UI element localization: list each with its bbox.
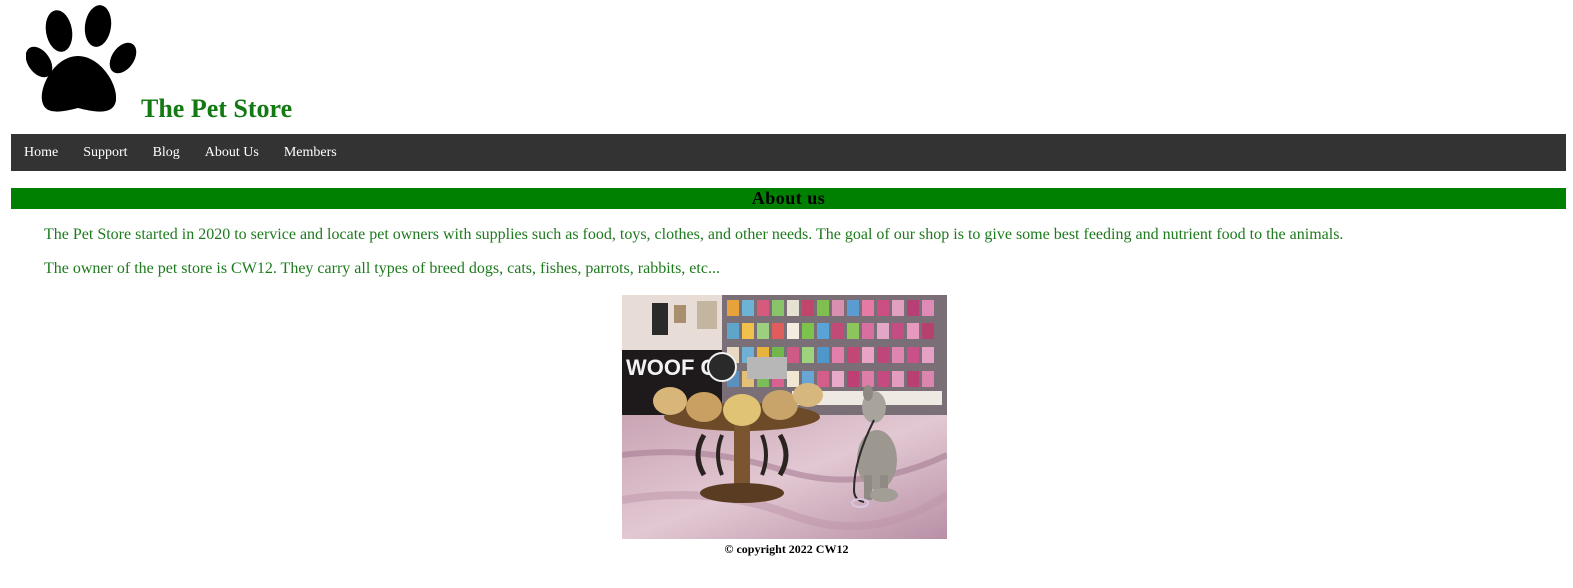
copyright-text: © copyright 2022 CW12 [724, 542, 849, 556]
nav-item-about-us[interactable]: About Us [192, 134, 271, 171]
site-header: The Pet Store [26, 4, 626, 128]
nav-item-home[interactable]: Home [11, 134, 71, 171]
nav-item-blog[interactable]: Blog [140, 134, 192, 171]
about-paragraph-2: The owner of the pet store is CW12. They… [44, 260, 720, 277]
site-title: The Pet Store [141, 94, 293, 123]
paw-print-icon [26, 5, 137, 112]
about-heading: About us [751, 188, 826, 208]
about-paragraph-1: The Pet Store started in 2020 to service… [44, 226, 1344, 243]
nav-item-members[interactable]: Members [271, 134, 349, 171]
store-photo: WOOF CA [622, 295, 947, 539]
main-nav: Home Support Blog About Us Members [11, 134, 1566, 171]
nav-item-support[interactable]: Support [71, 134, 140, 171]
about-heading-bar: About us [11, 188, 1566, 209]
page: The Pet Store Home Support Blog About Us… [0, 0, 1573, 588]
